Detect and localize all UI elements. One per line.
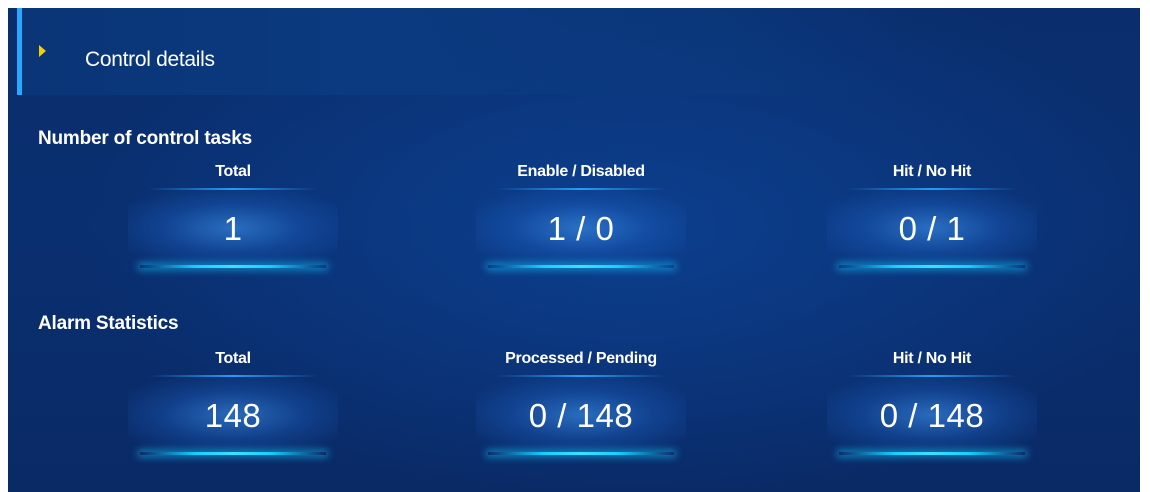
stat-value: 0 / 1: [898, 210, 966, 247]
stat-value-box: 0 / 148: [476, 375, 686, 455]
stat-label: Processed / Pending: [505, 350, 657, 367]
stat-value-box: 1 / 0: [476, 188, 686, 268]
stat-value-box: 0 / 148: [827, 375, 1037, 455]
stat-label: Total: [215, 350, 251, 367]
stat-value-box: 1: [128, 188, 338, 268]
stat-value: 0 / 148: [528, 397, 634, 434]
stat-value-box: 0 / 1: [827, 188, 1037, 268]
stat-value: 0 / 148: [879, 397, 985, 434]
control-details-panel: Control details Number of control tasks …: [8, 8, 1140, 492]
stat-value: 1 / 0: [547, 210, 615, 247]
stat-label: Total: [215, 163, 251, 180]
section-title-alarm-statistics: Alarm Statistics: [38, 313, 179, 334]
stat-value: 1: [223, 210, 243, 247]
section-title-control-tasks: Number of control tasks: [38, 128, 252, 149]
stat-value: 148: [204, 397, 262, 434]
panel-title: Control details: [85, 48, 215, 71]
stat-label: Hit / No Hit: [892, 350, 972, 367]
caret-right-icon: [39, 45, 46, 57]
stat-label: Enable / Disabled: [517, 163, 645, 180]
panel-header[interactable]: Control details: [17, 8, 897, 95]
header-accent-bar: [17, 8, 22, 95]
stat-value-box: 148: [128, 375, 338, 455]
stat-label: Hit / No Hit: [892, 163, 972, 180]
